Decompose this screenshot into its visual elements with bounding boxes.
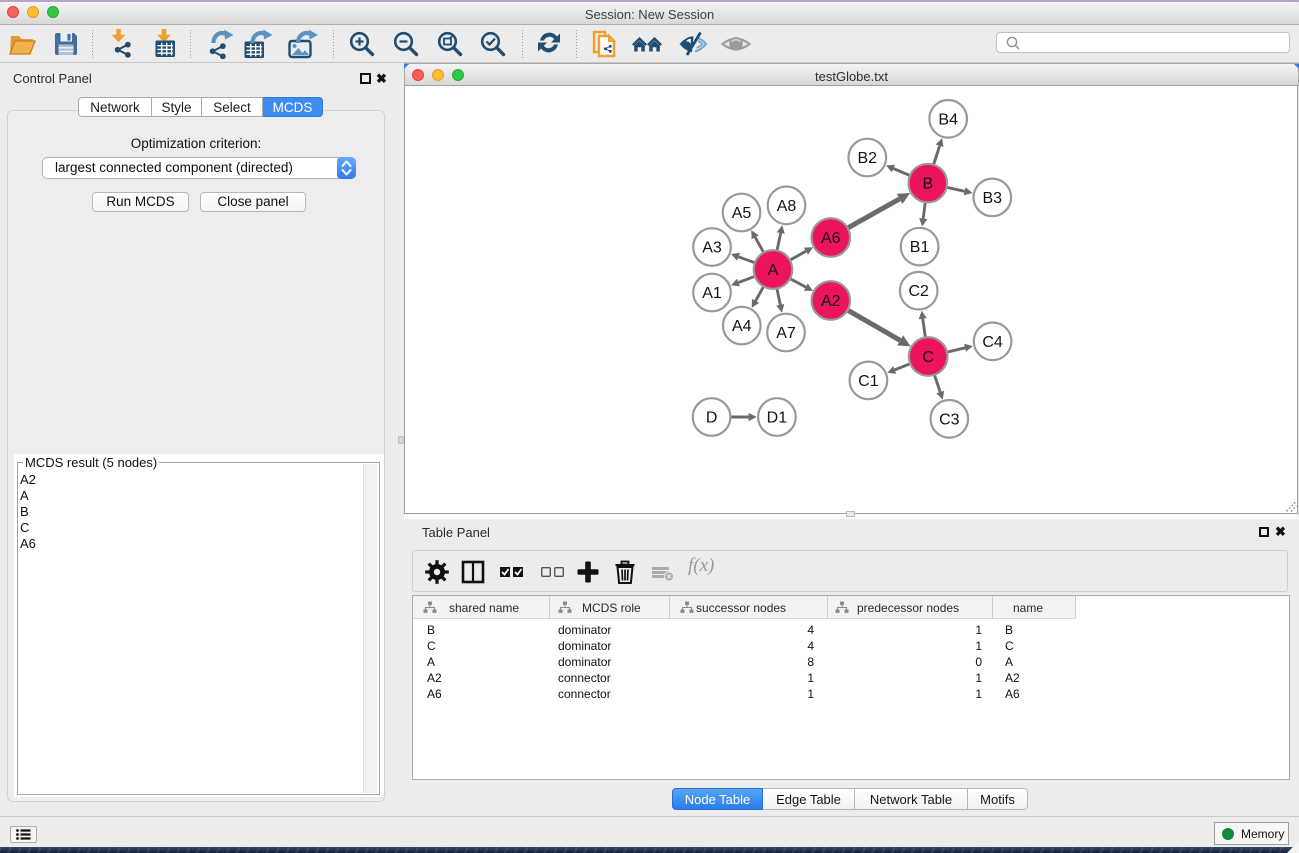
svg-text:C1: C1 [858,373,879,390]
svg-text:C: C [922,349,934,366]
svg-text:B3: B3 [983,190,1003,207]
svg-text:A7: A7 [776,325,796,342]
svg-text:A5: A5 [732,205,752,222]
svg-text:A1: A1 [702,285,722,302]
svg-text:C4: C4 [982,334,1003,351]
svg-text:B: B [922,176,933,193]
svg-text:B2: B2 [858,150,878,167]
svg-text:D: D [706,410,718,427]
svg-text:A8: A8 [777,198,797,215]
svg-text:C2: C2 [908,283,929,300]
svg-text:A2: A2 [821,293,841,310]
svg-text:C3: C3 [939,411,960,428]
svg-text:D1: D1 [767,410,788,427]
svg-text:A6: A6 [821,230,841,247]
svg-text:A: A [768,262,779,279]
svg-text:B1: B1 [910,239,930,256]
svg-text:B4: B4 [938,111,958,128]
svg-text:A3: A3 [702,240,722,257]
svg-text:A4: A4 [732,318,752,335]
